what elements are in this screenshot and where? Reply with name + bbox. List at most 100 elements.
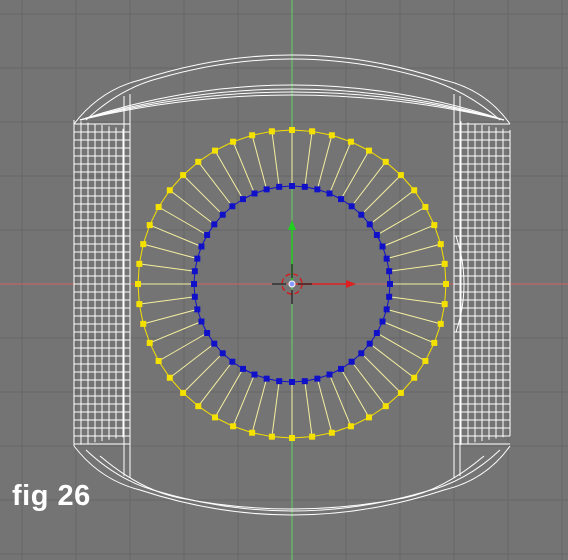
inner-vertex[interactable] bbox=[379, 318, 386, 325]
outer-vertex[interactable] bbox=[431, 222, 438, 229]
outer-vertex[interactable] bbox=[422, 358, 429, 364]
outer-vertex[interactable] bbox=[443, 281, 449, 287]
outer-vertex[interactable] bbox=[155, 358, 162, 364]
inner-vertex[interactable] bbox=[314, 186, 321, 193]
outer-vertex[interactable] bbox=[195, 403, 202, 410]
inner-vertex[interactable] bbox=[191, 293, 198, 300]
inner-vertex[interactable] bbox=[251, 371, 258, 378]
outer-vertex[interactable] bbox=[437, 241, 444, 248]
outer-vertex[interactable] bbox=[135, 281, 141, 287]
inner-vertex[interactable] bbox=[240, 196, 246, 203]
outer-vertex[interactable] bbox=[309, 433, 316, 440]
outer-vertex[interactable] bbox=[136, 260, 143, 267]
outer-vertex[interactable] bbox=[195, 158, 202, 165]
inner-vertex[interactable] bbox=[194, 255, 201, 262]
outer-vertex[interactable] bbox=[146, 222, 153, 229]
inner-vertex[interactable] bbox=[204, 330, 211, 336]
inner-vertex[interactable] bbox=[358, 211, 365, 218]
inner-vertex[interactable] bbox=[276, 183, 283, 190]
outer-vertex[interactable] bbox=[382, 158, 389, 165]
outer-vertex[interactable] bbox=[347, 423, 354, 430]
outer-vertex[interactable] bbox=[431, 339, 438, 346]
inner-vertex[interactable] bbox=[229, 358, 236, 365]
inner-vertex[interactable] bbox=[198, 318, 205, 325]
outer-vertex[interactable] bbox=[166, 187, 173, 194]
outer-vertex[interactable] bbox=[230, 423, 237, 430]
inner-vertex[interactable] bbox=[383, 255, 390, 262]
outer-vertex[interactable] bbox=[397, 389, 404, 396]
inner-vertex[interactable] bbox=[263, 375, 270, 382]
inner-vertex[interactable] bbox=[379, 243, 386, 250]
transform-gizmo[interactable] bbox=[272, 220, 356, 304]
outer-vertex[interactable] bbox=[268, 433, 275, 440]
outer-vertex[interactable] bbox=[180, 389, 187, 396]
inner-vertex[interactable] bbox=[289, 183, 295, 189]
inner-vertex[interactable] bbox=[263, 186, 270, 193]
inner-vertex[interactable] bbox=[326, 190, 333, 197]
inner-vertex[interactable] bbox=[326, 371, 333, 378]
inner-vertex[interactable] bbox=[301, 183, 308, 190]
inner-vertex[interactable] bbox=[383, 306, 390, 313]
inner-vertex[interactable] bbox=[229, 203, 236, 210]
outer-vertex[interactable] bbox=[289, 435, 295, 441]
inner-vertex[interactable] bbox=[240, 365, 246, 372]
outer-vertex[interactable] bbox=[136, 301, 143, 308]
inner-vertex[interactable] bbox=[314, 375, 321, 382]
inner-vertex[interactable] bbox=[348, 203, 355, 210]
outer-vertex[interactable] bbox=[328, 132, 335, 139]
inner-vertex[interactable] bbox=[366, 221, 373, 228]
outer-vertex[interactable] bbox=[140, 320, 147, 327]
outer-vertex[interactable] bbox=[212, 147, 218, 154]
3d-viewport[interactable]: fig 26 bbox=[0, 0, 568, 560]
wireframe-scene[interactable] bbox=[0, 0, 568, 560]
outer-vertex[interactable] bbox=[289, 127, 295, 133]
outer-vertex[interactable] bbox=[140, 241, 147, 248]
outer-vertex[interactable] bbox=[249, 132, 256, 139]
inner-vertex[interactable] bbox=[366, 340, 373, 347]
outer-vertex[interactable] bbox=[382, 403, 389, 410]
outer-vertex[interactable] bbox=[309, 128, 316, 135]
inner-vertex[interactable] bbox=[276, 378, 283, 385]
outer-vertex[interactable] bbox=[249, 429, 256, 436]
inner-vertex[interactable] bbox=[387, 281, 393, 287]
outer-vertex[interactable] bbox=[411, 374, 418, 381]
inner-vertex[interactable] bbox=[386, 293, 393, 300]
outer-vertex[interactable] bbox=[328, 429, 335, 436]
inner-vertex[interactable] bbox=[358, 350, 365, 357]
outer-vertex[interactable] bbox=[422, 204, 429, 210]
ring-edge bbox=[197, 361, 233, 407]
inner-vertex[interactable] bbox=[219, 211, 226, 218]
inner-vertex[interactable] bbox=[191, 281, 197, 287]
outer-vertex[interactable] bbox=[146, 339, 153, 346]
outer-vertex[interactable] bbox=[366, 147, 372, 154]
inner-vertex[interactable] bbox=[386, 268, 393, 275]
inner-vertex[interactable] bbox=[211, 221, 218, 228]
outer-vertex[interactable] bbox=[441, 260, 448, 267]
outer-vertex[interactable] bbox=[155, 204, 162, 210]
outer-vertex[interactable] bbox=[347, 138, 354, 145]
inner-vertex[interactable] bbox=[338, 365, 344, 372]
outer-vertex[interactable] bbox=[230, 138, 237, 145]
inner-vertex[interactable] bbox=[373, 232, 380, 238]
inner-vertex[interactable] bbox=[301, 378, 308, 385]
inner-vertex[interactable] bbox=[204, 232, 211, 238]
outer-vertex[interactable] bbox=[166, 374, 173, 381]
inner-vertex[interactable] bbox=[211, 340, 218, 347]
inner-vertex[interactable] bbox=[191, 268, 198, 275]
inner-vertex[interactable] bbox=[251, 190, 258, 197]
outer-vertex[interactable] bbox=[180, 172, 187, 179]
outer-vertex[interactable] bbox=[366, 414, 372, 421]
inner-vertex[interactable] bbox=[348, 358, 355, 365]
outer-vertex[interactable] bbox=[437, 320, 444, 327]
inner-vertex[interactable] bbox=[289, 379, 295, 385]
outer-vertex[interactable] bbox=[268, 128, 275, 135]
outer-vertex[interactable] bbox=[411, 187, 418, 194]
outer-vertex[interactable] bbox=[441, 301, 448, 308]
outer-vertex[interactable] bbox=[212, 414, 218, 421]
outer-vertex[interactable] bbox=[397, 172, 404, 179]
inner-vertex[interactable] bbox=[194, 306, 201, 313]
inner-vertex[interactable] bbox=[373, 330, 380, 336]
inner-vertex[interactable] bbox=[338, 196, 344, 203]
inner-vertex[interactable] bbox=[198, 243, 205, 250]
inner-vertex[interactable] bbox=[219, 350, 226, 357]
